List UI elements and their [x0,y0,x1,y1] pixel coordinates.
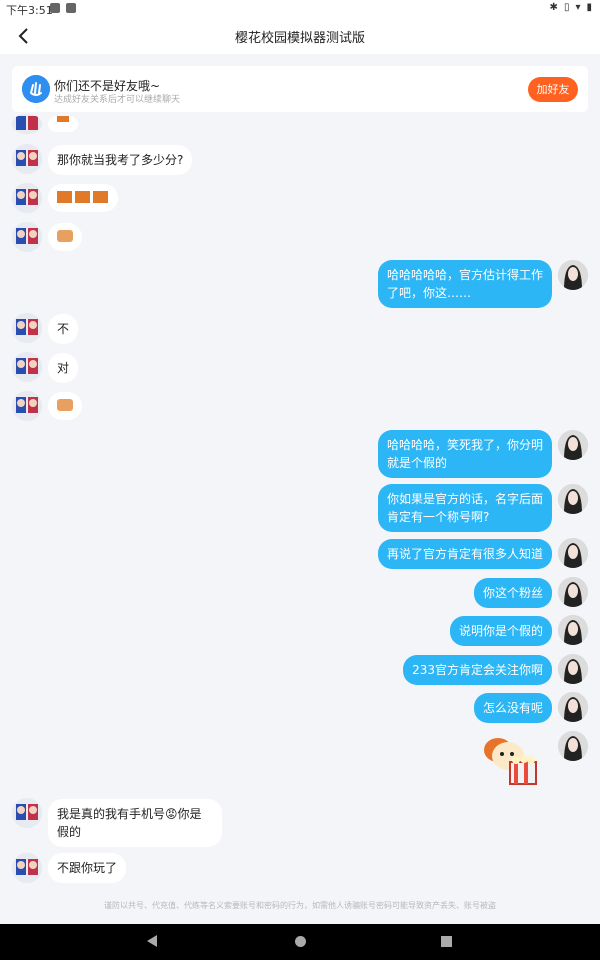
avatar[interactable] [558,731,588,761]
avatar[interactable] [558,692,588,722]
app-header: 樱花校园模拟器测试版 [0,18,600,54]
vibrate-icon: ▯ [563,2,570,13]
battery-icon: ▮ [586,2,592,13]
avatar[interactable] [558,484,588,514]
message-bubble: 说明你是个假的 [449,616,552,646]
avatar[interactable] [12,313,42,343]
status-bar: 下午3:51 ✱ ▯ ▾ ▮ [0,0,600,18]
message-bubble: 再说了官方肯定有很多人知道 [377,539,552,569]
avatar[interactable] [12,144,42,174]
system-icons: ✱ ▯ ▾ ▮ [550,2,592,13]
notification-icons [50,3,76,13]
sticker-message-bubble [48,223,82,251]
avatar[interactable] [12,183,42,213]
image-notification-icon [50,3,60,13]
avatar[interactable] [558,654,588,684]
wifi-icon: ▾ [575,2,581,13]
message-bubble: 我是真的我有手机号😡你是假的 [48,799,222,847]
safety-disclaimer: 谨防以共号、代充值、代练等名义索要账号和密码的行为，如需他人诱骗账号密码可能导致… [104,901,496,910]
system-nav-bar [0,924,600,960]
avatar[interactable] [558,430,588,460]
sticker-message-bubble [48,184,118,212]
avatar[interactable] [558,260,588,290]
add-friend-button[interactable]: 加好友 [528,77,578,102]
avatar[interactable] [558,577,588,607]
friend-request-banner: 你们还不是好友哦~ 达成好友关系后才可以继续聊天 加好友 [12,66,588,112]
message-bubble: 那你就当我考了多少分? [48,145,193,175]
avatar[interactable] [558,538,588,568]
message-bubble: 你如果是官方的话，名字后面肯定有一个称号啊? [378,484,552,532]
bluetooth-icon: ✱ [549,2,558,13]
message-bubble: 对 [48,353,79,383]
message-bubble: 233官方肯定会关注你啊 [403,655,552,685]
avatar[interactable] [12,222,42,252]
page-title: 樱花校园模拟器测试版 [234,31,365,46]
avatar[interactable] [12,352,42,382]
avatar[interactable] [12,391,42,421]
popcorn-sticker-icon [478,732,540,788]
banner-subtitle: 达成好友关系后才可以继续聊天 [54,95,181,105]
message-bubble: 不 [48,314,79,344]
message-bubble: 不跟你玩了 [48,853,127,883]
laughing-emoji-icon [57,191,108,203]
store-notification-icon [66,3,76,13]
message-bubble: 哈哈哈哈哈，官方估计得工作了吧，你这…… [378,260,552,308]
message-bubble: 你这个粉丝 [473,578,552,608]
nav-home-icon[interactable] [295,936,306,947]
avatar[interactable] [12,853,42,883]
avatar[interactable] [12,798,42,828]
avatar[interactable] [12,114,42,134]
message-bubble: 哈哈哈哈，笑死我了，你分明就是个假的 [378,430,552,478]
sticker-message-bubble [48,392,82,420]
sticker-message-bubble [48,116,78,132]
nav-recents-icon[interactable] [441,936,452,947]
status-time: 下午3:51 [6,4,53,17]
avatar[interactable] [558,615,588,645]
hand-wave-icon [22,75,50,103]
nav-back-icon[interactable] [147,935,157,947]
message-bubble: 怎么没有呢 [473,693,552,723]
laugh-emoji-icon [57,399,73,411]
grin-emoji-icon [57,230,73,242]
